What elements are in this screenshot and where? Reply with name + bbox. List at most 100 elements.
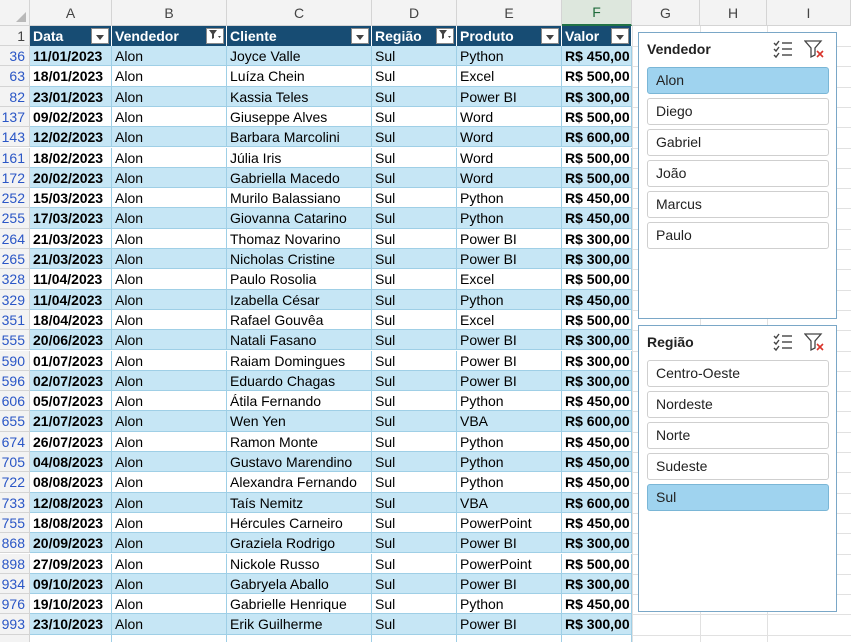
- cell-vendedor[interactable]: Alon: [112, 249, 227, 270]
- cell-produto[interactable]: VBA: [457, 492, 562, 513]
- cell-data[interactable]: 18/08/2023: [30, 512, 112, 534]
- cell-produto[interactable]: Excel: [457, 269, 562, 290]
- cell-regiao[interactable]: Sul: [372, 167, 457, 189]
- row-header[interactable]: 868: [0, 533, 30, 554]
- cell-regiao[interactable]: Sul: [372, 127, 457, 148]
- cell-data[interactable]: 23/01/2023: [30, 86, 112, 107]
- cell-regiao[interactable]: Sul: [372, 46, 457, 67]
- cell-regiao[interactable]: Sul: [372, 614, 457, 635]
- cell-produto[interactable]: PowerPoint: [457, 553, 562, 574]
- cell-valor[interactable]: R$ 300,00: [562, 228, 632, 249]
- cell-produto[interactable]: Power BI: [457, 228, 562, 249]
- cell-cliente[interactable]: Joyce Valle: [227, 46, 372, 67]
- cell-valor[interactable]: R$ 300,00: [562, 86, 632, 107]
- row-header[interactable]: 606: [0, 391, 30, 412]
- cell-data[interactable]: 04/08/2023: [30, 452, 112, 473]
- filter-dropdown-button[interactable]: [611, 28, 629, 44]
- cell-produto[interactable]: Power BI: [457, 249, 562, 270]
- clear-filter-icon[interactable]: [803, 39, 826, 59]
- cell-regiao[interactable]: Sul: [372, 66, 457, 87]
- cell-cliente[interactable]: Paulo Rosolia: [227, 269, 372, 290]
- cell-cliente[interactable]: Nickole Russo: [227, 553, 372, 574]
- cell-vendedor[interactable]: Alon: [112, 188, 227, 209]
- slicer-item-sudeste[interactable]: Sudeste: [647, 453, 829, 480]
- column-header-f[interactable]: F: [562, 0, 632, 26]
- cell-produto[interactable]: Word: [457, 167, 562, 189]
- row-header[interactable]: 351: [0, 309, 30, 331]
- cell-regiao[interactable]: Sul: [372, 533, 457, 554]
- slicer-item-centro-oeste[interactable]: Centro-Oeste: [647, 360, 829, 387]
- cell-valor[interactable]: R$ 500,00: [562, 309, 632, 331]
- cell-valor[interactable]: R$ 450,00: [562, 289, 632, 310]
- cell-cliente[interactable]: [227, 634, 372, 642]
- row-header[interactable]: 755: [0, 512, 30, 534]
- cell-vendedor[interactable]: Alon: [112, 330, 227, 351]
- cell-regiao[interactable]: Sul: [372, 411, 457, 432]
- cell-cliente[interactable]: Wen Yen: [227, 411, 372, 432]
- row-header[interactable]: 674: [0, 431, 30, 452]
- cell-vendedor[interactable]: Alon: [112, 492, 227, 513]
- row-header[interactable]: 993: [0, 614, 30, 635]
- row-header[interactable]: 264: [0, 228, 30, 249]
- cell-regiao[interactable]: Sul: [372, 350, 457, 371]
- cell-vendedor[interactable]: Alon: [112, 614, 227, 635]
- cell-vendedor[interactable]: Alon: [112, 391, 227, 412]
- cell-regiao[interactable]: Sul: [372, 330, 457, 351]
- cell-produto[interactable]: Word: [457, 127, 562, 148]
- cell-vendedor[interactable]: Alon: [112, 472, 227, 493]
- cell-vendedor[interactable]: Alon: [112, 127, 227, 148]
- cell-vendedor[interactable]: Alon: [112, 573, 227, 595]
- cell-cliente[interactable]: Ramon Monte: [227, 431, 372, 452]
- cell-produto[interactable]: Python: [457, 594, 562, 615]
- slicer-item-gabriel[interactable]: Gabriel: [647, 129, 829, 156]
- column-header-a[interactable]: A: [30, 0, 112, 26]
- cell-regiao[interactable]: Sul: [372, 228, 457, 249]
- cell-cliente[interactable]: Luíza Chein: [227, 66, 372, 87]
- row-header[interactable]: 143: [0, 127, 30, 148]
- slicer-item-paulo[interactable]: Paulo: [647, 222, 829, 249]
- filter-dropdown-button[interactable]: [436, 28, 454, 44]
- row-header[interactable]: 36: [0, 46, 30, 67]
- select-all-corner[interactable]: [0, 0, 30, 26]
- cell-produto[interactable]: Power BI: [457, 573, 562, 595]
- cell-data[interactable]: 11/01/2023: [30, 46, 112, 67]
- cell-data[interactable]: 18/04/2023: [30, 309, 112, 331]
- filter-dropdown-button[interactable]: [351, 28, 369, 44]
- cell-regiao[interactable]: Sul: [372, 147, 457, 168]
- cell-valor[interactable]: R$ 300,00: [562, 533, 632, 554]
- cell-vendedor[interactable]: Alon: [112, 86, 227, 107]
- column-header-i[interactable]: I: [767, 0, 851, 26]
- cell-regiao[interactable]: Sul: [372, 553, 457, 574]
- multiselect-icon[interactable]: [772, 39, 794, 59]
- cell-produto[interactable]: Power BI: [457, 614, 562, 635]
- cell-vendedor[interactable]: Alon: [112, 208, 227, 229]
- cell-valor[interactable]: R$ 450,00: [562, 452, 632, 473]
- cell-produto[interactable]: Python: [457, 391, 562, 412]
- cell-produto[interactable]: Python: [457, 46, 562, 67]
- cell-produto[interactable]: Python: [457, 289, 562, 310]
- cell-data[interactable]: 11/04/2023: [30, 289, 112, 310]
- cell-vendedor[interactable]: Alon: [112, 452, 227, 473]
- slicer-item-alon[interactable]: Alon: [647, 67, 829, 94]
- slicer-item-marcus[interactable]: Marcus: [647, 191, 829, 218]
- cell-vendedor[interactable]: Alon: [112, 533, 227, 554]
- cell-valor[interactable]: R$ 500,00: [562, 167, 632, 189]
- cell-cliente[interactable]: Thomaz Novarino: [227, 228, 372, 249]
- cell-valor[interactable]: R$ 600,00: [562, 127, 632, 148]
- cell-valor[interactable]: R$ 300,00: [562, 249, 632, 270]
- row-header[interactable]: 252: [0, 188, 30, 209]
- row-header[interactable]: 976: [0, 594, 30, 615]
- cell-produto[interactable]: PowerPoint: [457, 512, 562, 534]
- cell-produto[interactable]: Word: [457, 147, 562, 168]
- cell-valor[interactable]: R$ 450,00: [562, 512, 632, 534]
- cell-produto[interactable]: Python: [457, 208, 562, 229]
- cell-cliente[interactable]: Barbara Marcolini: [227, 127, 372, 148]
- cell-regiao[interactable]: Sul: [372, 492, 457, 513]
- cell-data[interactable]: 19/10/2023: [30, 594, 112, 615]
- cell-data[interactable]: 27/09/2023: [30, 553, 112, 574]
- cell-valor[interactable]: R$ 500,00: [562, 269, 632, 290]
- column-header-c[interactable]: C: [227, 0, 372, 26]
- cell-vendedor[interactable]: Alon: [112, 309, 227, 331]
- cell-cliente[interactable]: Kassia Teles: [227, 86, 372, 107]
- row-header[interactable]: 161: [0, 147, 30, 168]
